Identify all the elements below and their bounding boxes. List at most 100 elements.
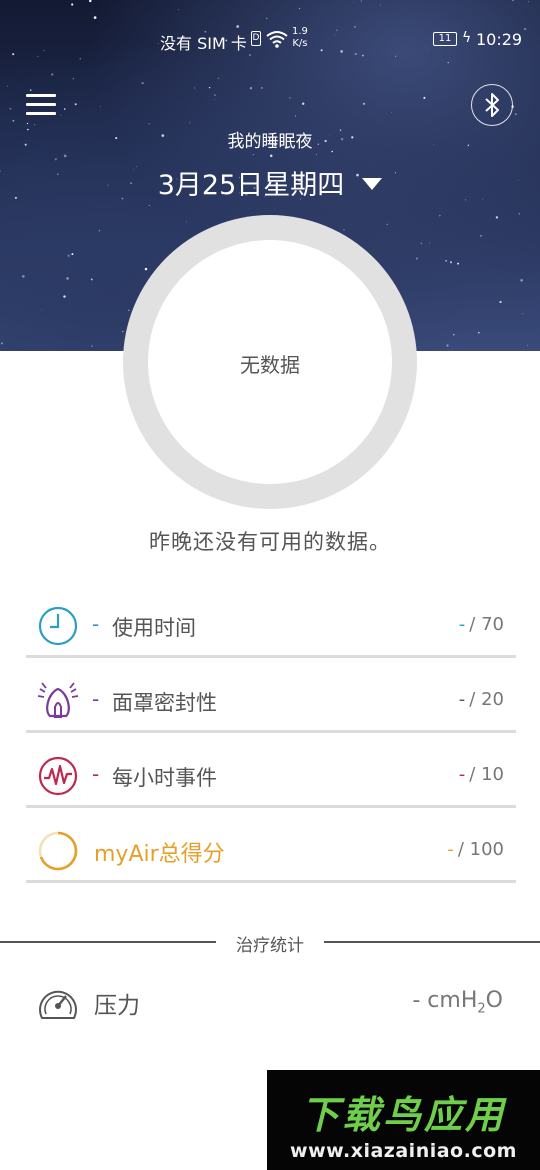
sim-icon: D [251,31,261,46]
star [362,102,366,105]
chevron-down-icon [362,177,383,190]
star [252,153,255,156]
metric-value: -/ 70 [459,614,504,635]
star [423,96,426,99]
network-speed: 1.9 K/s [292,26,308,50]
star [527,344,529,346]
clock-time: 10:29 [476,30,523,49]
star [26,122,29,125]
star [1,342,3,345]
star [194,87,196,89]
row-divider [26,805,516,808]
star [54,158,57,161]
star [518,213,520,215]
star [74,103,77,106]
star [100,106,101,108]
row-divider [26,655,516,658]
charging-icon: ϟ [462,30,472,46]
star [261,87,263,89]
star [446,344,449,347]
star [63,154,67,158]
star [122,330,124,333]
metric-row-events-per-hour[interactable]: - 每小时事件 -/ 10 [26,748,516,808]
star [499,300,502,304]
metric-row-myair-score[interactable]: myAir总得分 -/ 100 [26,823,516,883]
star [520,278,523,282]
star [515,113,517,115]
speed-value: 1.9 [292,26,308,37]
metric-label: 每小时事件 [112,766,217,790]
bluetooth-icon [485,93,499,117]
metric-row-mask-seal[interactable]: - 面罩密封性 -/ 20 [26,673,516,733]
metric-label: 使用时间 [112,616,196,640]
metric-value-dash: - [447,839,454,860]
star [91,345,93,347]
metric-max: / 20 [469,689,504,710]
metric-value-dash: - [458,614,466,635]
metric-label: myAir总得分 [94,842,225,867]
metric-row-usage-time[interactable]: - 使用时间 -/ 70 [26,598,516,658]
metric-value: -/ 100 [447,839,504,860]
star [63,295,66,298]
star [457,262,460,265]
hamburger-icon-line [26,94,56,97]
metric-value-dash: - [458,689,466,710]
star [9,107,12,110]
pressure-subscript: 2 [477,1001,486,1017]
metric-value: -/ 20 [459,689,504,710]
star [420,242,422,244]
star [21,275,25,278]
star [445,260,447,262]
star [148,205,150,206]
row-divider [26,730,516,733]
metric-dash: - [92,687,100,711]
no-data-message: 昨晚还没有可用的数据。 [149,530,391,554]
pressure-gauge-icon [39,990,77,1019]
carrier-text: 没有 SIM 卡 [160,34,247,53]
menu-button[interactable] [26,94,58,120]
metric-max: / 10 [469,764,504,785]
star [386,223,388,225]
ring-label: 无数据 [240,353,300,377]
watermark-url: www.xiazainiao.com [290,1140,517,1162]
hamburger-icon-line [26,103,56,106]
sleep-score-ring: 无数据 [123,215,417,509]
star [29,89,32,91]
star [343,229,345,231]
hamburger-icon-line [26,112,56,115]
star [453,334,455,336]
star [34,124,36,126]
metric-max: / 100 [457,839,504,860]
star [249,87,253,90]
section-title: 治疗统计 [236,936,304,956]
star [141,81,144,85]
star [60,114,62,116]
star [269,154,273,158]
star [148,123,150,125]
date-label: 3月25日星期四 [157,170,345,201]
bluetooth-button[interactable] [471,84,513,126]
date-selector[interactable]: 3月25日星期四 [0,163,540,202]
star [41,308,43,310]
watermark-title: 下载鸟应用 [300,1093,506,1137]
star [144,267,148,271]
star [449,261,453,264]
star [478,331,480,334]
star [90,278,93,281]
watermark-logo: 下载鸟应用 www.xiazainiao.com [267,1070,540,1170]
star [66,277,69,280]
speed-unit: K/s [292,38,308,49]
star [213,94,216,97]
star [63,108,66,110]
clock-icon [38,606,78,646]
star [429,242,431,244]
star [71,253,74,256]
metric-max: / 70 [469,614,504,635]
metric-label: 面罩密封性 [112,691,217,715]
star [480,235,482,237]
events-wave-icon [38,756,78,796]
battery-icon: 11 [433,32,457,46]
star [302,102,305,105]
pressure-value-main: - cmH [412,988,478,1013]
star [294,115,296,117]
